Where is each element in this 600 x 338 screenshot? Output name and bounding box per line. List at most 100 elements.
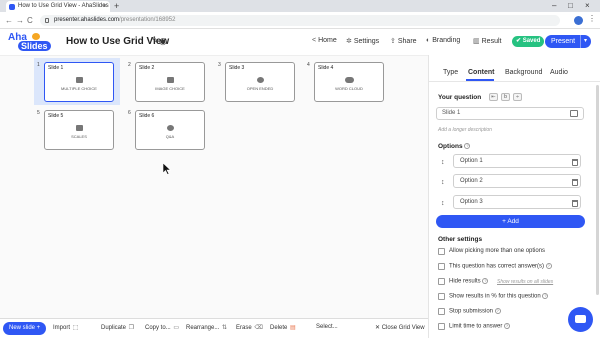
app-header: Aha Slides How to Use Grid View ✎ ◉ < Hom… [0,29,600,55]
option-input-3[interactable]: Option 3 [453,195,581,209]
present-dropdown-icon[interactable]: ▾ [579,35,587,48]
delete-option-icon[interactable] [572,179,578,186]
saved-badge: ✔ Saved [512,36,545,47]
lock-icon [45,18,49,23]
logo-bubble-icon [32,33,40,40]
checkbox-limit-time[interactable] [438,323,445,330]
help-icon[interactable]: ? [542,293,549,299]
other-settings-label: Other settings [438,236,483,243]
import-button[interactable]: Import ⬚ [53,324,78,331]
tab-type[interactable]: Type [443,69,458,76]
home-label: Home [318,37,337,44]
slide-thumbnail[interactable]: Slide 3 Open Ended [225,62,295,102]
slide-number: 5 [37,110,40,116]
drag-handle-icon[interactable]: ↕ [441,179,445,186]
address-bar: ← → C presenter.ahaslides.com/presentati… [0,12,600,29]
limit-time-text: Limit time to answer [449,323,503,330]
profile-avatar[interactable] [574,16,583,25]
scales-icon [76,125,83,131]
share-label: Share [397,38,417,45]
select-button[interactable]: Select... [316,324,338,330]
browser-tab[interactable]: How to Use Grid View - AhaSlides × [6,1,110,12]
delete-option-icon[interactable] [572,200,578,207]
new-tab-button[interactable]: + [114,0,119,12]
grid-toolbar: New slide + Import ⬚ Duplicate ❐ Copy to… [0,318,428,338]
reload-button[interactable]: C [27,15,33,26]
align-left-icon[interactable]: ⇤ [489,93,498,101]
checkbox-percent-results[interactable] [438,293,445,300]
back-button[interactable]: ← [5,15,13,26]
help-icon[interactable]: ? [545,263,552,269]
drag-handle-icon[interactable]: ↕ [441,200,445,207]
slide-card-2[interactable]: 2 Slide 2 Image Choice [125,58,211,105]
present-button[interactable]: Present ▾ [545,35,591,48]
checkbox-hide-results-label: Hide results ? [449,278,489,285]
delete-option-icon[interactable] [572,159,578,166]
panel-scrollbar[interactable] [596,85,599,295]
help-icon[interactable]: ? [494,308,501,314]
rearrange-button[interactable]: Rearrange... ⇅ [186,324,227,331]
add-option-button[interactable]: + Add [436,215,585,228]
preview-eye-icon[interactable]: ◉ [159,36,167,47]
bold-icon[interactable]: b [501,93,510,101]
add-description-link[interactable]: Add a longer description [438,127,492,133]
help-icon[interactable]: ? [464,143,471,150]
show-results-all-slides-link[interactable]: Show results on all slides [497,279,553,285]
home-button[interactable]: < Home [312,37,337,44]
minimize-button[interactable]: – [552,0,556,12]
checkbox-percent-results-label: Show results in % for this question ? [449,293,549,300]
slide-thumbnail[interactable]: Slide 2 Image Choice [135,62,205,102]
help-icon[interactable]: ? [504,323,511,329]
slide-card-4[interactable]: 4 Slide 4 Word Cloud [304,58,390,105]
browser-menu-icon[interactable]: ⋮ [588,14,596,23]
edit-title-icon[interactable]: ✎ [152,36,159,45]
duplicate-button[interactable]: Duplicate ❐ [101,324,134,331]
checkbox-limit-time-label: Limit time to answer ? [449,323,511,330]
slide-thumbnail[interactable]: Slide 1 Multiple Choice [44,62,114,102]
result-button[interactable]: ▥ Result [473,37,501,45]
delete-button[interactable]: Delete ▤ [270,324,296,331]
trash-icon: ▤ [288,325,296,331]
tab-audio[interactable]: Audio [550,69,568,76]
add-image-icon[interactable] [570,110,578,117]
url-input[interactable]: presenter.ahaslides.com/presentation/168… [40,15,560,26]
favicon-icon [9,4,15,10]
option-input-2[interactable]: Option 2 [453,174,581,188]
share-button[interactable]: ⇪ Share [390,37,417,45]
ahaslides-logo[interactable]: Aha Slides [8,32,52,52]
maximize-button[interactable]: □ [568,0,573,12]
window-close-button[interactable]: × [585,0,590,12]
equation-icon[interactable]: ÷ [513,93,522,101]
correct-answer-text: This question has correct answer(s) [449,263,545,270]
branding-button[interactable]: ◐ Branding [426,37,460,44]
drag-handle-icon[interactable]: ↕ [441,159,445,166]
tab-close-icon[interactable]: × [103,1,107,12]
tab-background[interactable]: Background [505,69,542,76]
copy-to-button[interactable]: Copy to... ▭ [145,324,179,331]
slide-thumbnail[interactable]: Slide 5 Scales [44,110,114,150]
slide-thumbnail[interactable]: Slide 6 Q&A [135,110,205,150]
slide-title: Slide 4 [318,65,334,71]
tab-content[interactable]: Content [468,69,494,76]
checkbox-correct-answer[interactable] [438,263,445,270]
slide-card-5[interactable]: 5 Slide 5 Scales [34,106,120,153]
question-input[interactable]: Slide 1 [436,107,584,120]
checkbox-multi-pick[interactable] [438,248,445,255]
chat-button[interactable] [568,307,593,332]
forward-button[interactable]: → [16,15,24,26]
erase-button[interactable]: Erase ⌫ [236,324,263,331]
delete-label: Delete [270,325,288,331]
slide-card-6[interactable]: 6 Slide 6 Q&A [125,106,211,153]
checkbox-hide-results[interactable] [438,278,445,285]
option-input-1[interactable]: Option 1 [453,154,581,168]
slide-card-3[interactable]: 3 Slide 3 Open Ended [215,58,301,105]
import-label: Import [53,325,71,331]
new-slide-button[interactable]: New slide + [3,322,47,335]
help-icon[interactable]: ? [482,278,489,284]
close-grid-view-button[interactable]: ✕ Close Grid View [375,324,425,331]
settings-button[interactable]: ✲ Settings [346,37,379,45]
slide-card-1[interactable]: 1 Slide 1 Multiple Choice [34,58,120,105]
checkbox-stop-submission-label: Stop submission ? [449,308,501,315]
slide-thumbnail[interactable]: Slide 4 Word Cloud [314,62,384,102]
checkbox-stop-submission[interactable] [438,308,445,315]
